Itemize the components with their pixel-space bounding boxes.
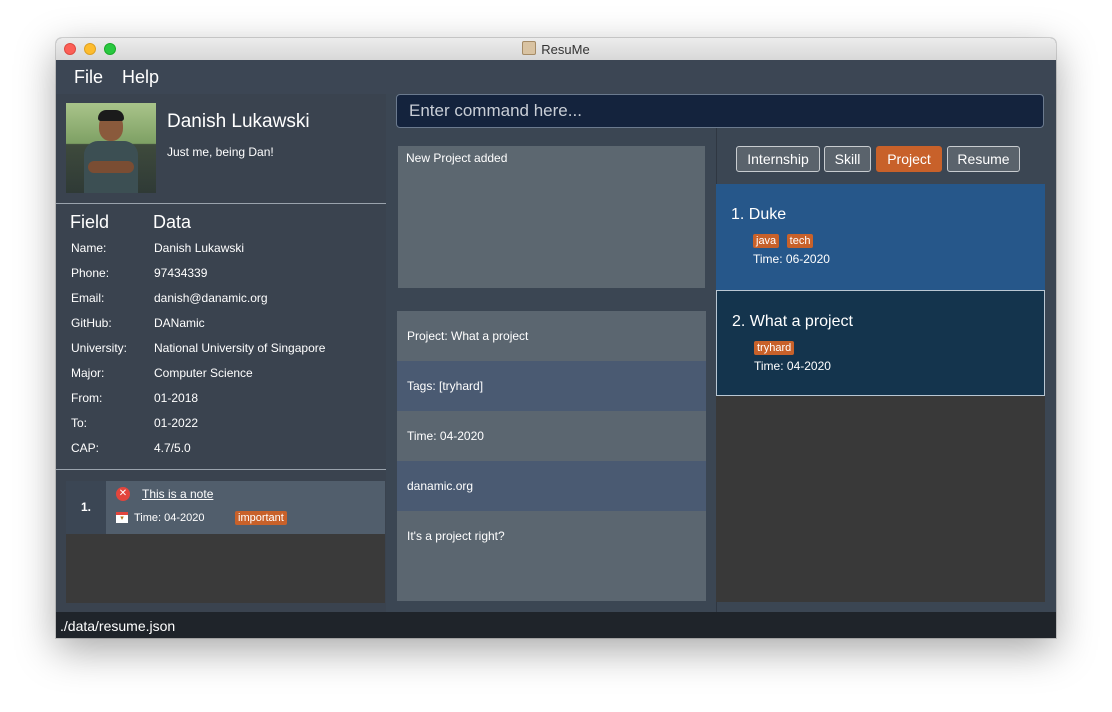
field-row-university: University: National University of Singap… bbox=[71, 341, 326, 355]
divider bbox=[56, 203, 386, 204]
tab-resume[interactable]: Resume bbox=[947, 146, 1020, 172]
profile-name: Danish Lukawski bbox=[167, 111, 310, 132]
tab-internship[interactable]: Internship bbox=[736, 146, 820, 172]
window-title-text: ResuMe bbox=[541, 42, 590, 57]
note-index: 1. bbox=[66, 481, 106, 534]
title-bar: ResuMe bbox=[56, 38, 1056, 61]
tab-skill[interactable]: Skill bbox=[824, 146, 871, 172]
status-bar: ./data/resume.json bbox=[56, 612, 1056, 638]
item-tag: tech bbox=[786, 234, 814, 248]
detail-panel: Project: What a project Tags: [tryhard] … bbox=[397, 311, 706, 601]
item-tag: tryhard bbox=[754, 341, 795, 355]
divider bbox=[56, 469, 386, 470]
field-row-major: Major: Computer Science bbox=[71, 366, 253, 380]
command-input[interactable] bbox=[396, 94, 1044, 128]
detail-row: It's a project right? bbox=[397, 511, 706, 601]
app-icon bbox=[522, 41, 537, 55]
field-row-name: Name: Danish Lukawski bbox=[71, 241, 245, 255]
note-item[interactable]: 1. ✕ This is a note ▾ Time: 04-2020 impo… bbox=[66, 481, 385, 534]
menu-bar: File Help bbox=[56, 60, 1056, 94]
detail-row: danamic.org bbox=[397, 461, 706, 511]
menu-help[interactable]: Help bbox=[122, 67, 159, 88]
window-title: ResuMe bbox=[56, 41, 1056, 57]
item-tags: tryhard bbox=[754, 338, 797, 356]
result-text: New Project added bbox=[406, 151, 508, 165]
field-column-header: Field bbox=[70, 212, 110, 232]
main-panel: New Project added Project: What a projec… bbox=[386, 94, 1056, 612]
item-time: Time: 04-2020 bbox=[754, 359, 831, 373]
note-title: This is a note bbox=[142, 487, 214, 501]
note-time: Time: 04-2020 bbox=[134, 512, 205, 524]
project-list[interactable]: 1. Duke java tech Time: 06-2020 2. What … bbox=[716, 184, 1045, 602]
profile-photo bbox=[66, 103, 156, 193]
app-window: ResuMe File Help Danish Lukawski Just me… bbox=[56, 38, 1056, 638]
result-display: New Project added bbox=[398, 146, 705, 288]
list-item[interactable]: 1. Duke java tech Time: 06-2020 bbox=[716, 184, 1045, 290]
field-row-github: GitHub: DANamic bbox=[71, 316, 205, 330]
note-tag: important bbox=[235, 511, 287, 525]
item-title: 1. Duke bbox=[731, 206, 787, 223]
field-row-email: Email: danish@danamic.org bbox=[71, 291, 268, 305]
item-time: Time: 06-2020 bbox=[753, 252, 830, 266]
detail-row: Tags: [tryhard] bbox=[397, 361, 706, 411]
list-item[interactable]: 2. What a project tryhard Time: 04-2020 bbox=[716, 290, 1045, 396]
note-status-icon: ✕ bbox=[116, 487, 130, 501]
profile-tagline: Just me, being Dan! bbox=[167, 145, 274, 159]
profile-panel: Danish Lukawski Just me, being Dan! Fiel… bbox=[56, 94, 386, 612]
item-tags: java tech bbox=[753, 231, 816, 249]
item-tag: java bbox=[753, 234, 780, 248]
data-column-header: Data bbox=[153, 212, 192, 232]
menu-file[interactable]: File bbox=[74, 67, 103, 88]
calendar-icon: ▾ bbox=[116, 512, 128, 523]
field-row-from: From: 01-2018 bbox=[71, 391, 199, 405]
detail-row: Time: 04-2020 bbox=[397, 411, 706, 461]
tab-project[interactable]: Project bbox=[876, 146, 942, 172]
detail-row: Project: What a project bbox=[397, 311, 706, 361]
field-row-to: To: 01-2022 bbox=[71, 416, 199, 430]
notes-list[interactable]: 1. ✕ This is a note ▾ Time: 04-2020 impo… bbox=[66, 481, 385, 603]
item-title: 2. What a project bbox=[732, 313, 853, 330]
field-row-cap: CAP: 4.7/5.0 bbox=[71, 441, 191, 455]
file-path: ./data/resume.json bbox=[60, 618, 176, 634]
field-row-phone: Phone: 97434339 bbox=[71, 266, 208, 280]
